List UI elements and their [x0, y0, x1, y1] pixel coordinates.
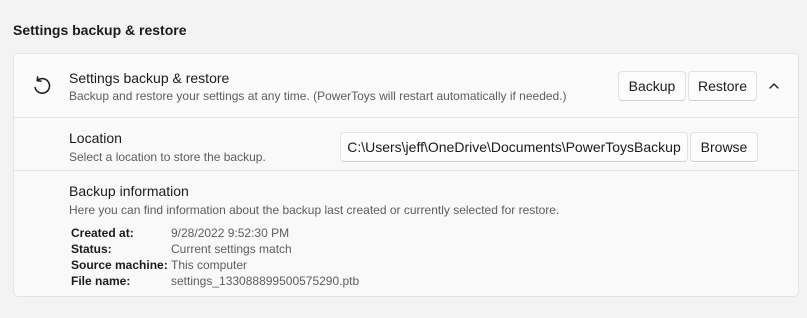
detail-label: Status:: [71, 242, 112, 256]
backup-info-row: Backup information Here you can find inf…: [14, 172, 798, 296]
backup-restore-card: Settings backup & restore Backup and res…: [13, 53, 799, 297]
section-title: Settings backup & restore: [13, 22, 187, 38]
detail-label: Source machine:: [71, 258, 168, 272]
chevron-up-icon[interactable]: [764, 76, 784, 96]
location-title: Location: [69, 130, 122, 146]
detail-value: This computer: [171, 258, 248, 272]
header-description: Backup and restore your settings at any …: [69, 89, 567, 103]
backup-button[interactable]: Backup: [618, 71, 686, 101]
backup-info-title: Backup information: [69, 183, 189, 199]
backup-info-description: Here you can find information about the …: [69, 203, 560, 217]
location-description: Select a location to store the backup.: [69, 150, 266, 164]
backup-path-field[interactable]: C:\Users\jeff\OneDrive\Documents\PowerTo…: [340, 132, 688, 162]
restore-button[interactable]: Restore: [688, 71, 757, 101]
header-title: Settings backup & restore: [69, 70, 230, 86]
browse-button[interactable]: Browse: [690, 132, 758, 162]
detail-label: File name:: [71, 274, 131, 288]
detail-value: settings_133088899500575290.ptb: [171, 274, 360, 288]
detail-label: Created at:: [71, 226, 134, 240]
backup-restore-header[interactable]: Settings backup & restore Backup and res…: [14, 54, 798, 118]
detail-value: Current settings match: [171, 242, 292, 256]
location-row: Location Select a location to store the …: [14, 118, 798, 171]
detail-value: 9/28/2022 9:52:30 PM: [171, 226, 290, 240]
restore-icon: [31, 75, 53, 97]
